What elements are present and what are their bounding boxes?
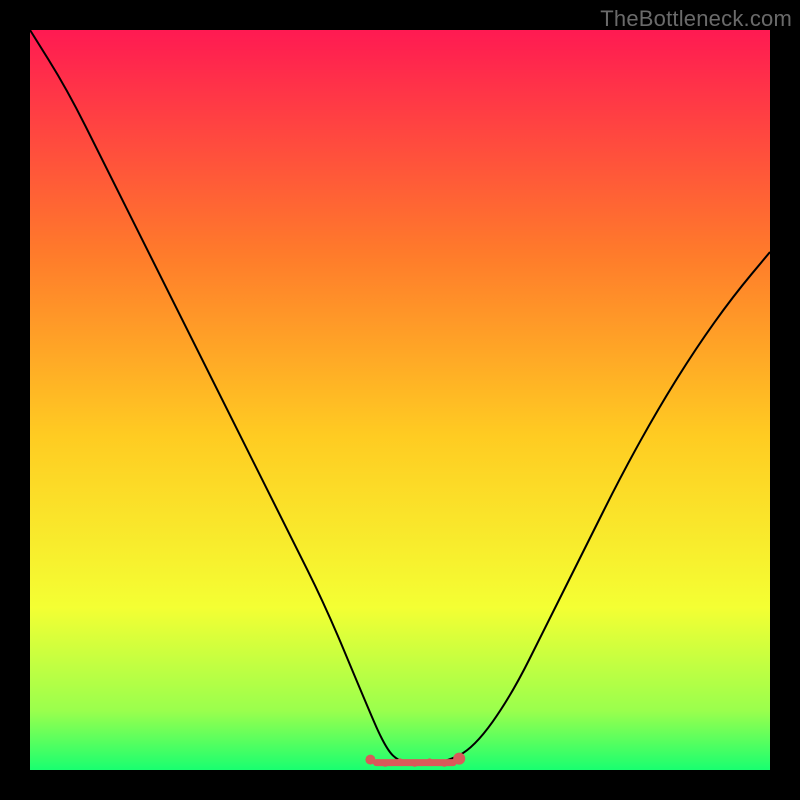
marker-dot: [397, 758, 403, 764]
chart-svg: [0, 0, 800, 800]
watermark-text: TheBottleneck.com: [600, 6, 792, 32]
marker-dot: [412, 760, 418, 766]
plot-area: [30, 30, 770, 770]
marker-dot: [453, 753, 465, 765]
chart-container: TheBottleneck.com: [0, 0, 800, 800]
marker-dot: [382, 760, 388, 766]
marker-dot: [441, 760, 447, 766]
marker-dot: [426, 758, 432, 764]
marker-dot: [365, 755, 375, 765]
